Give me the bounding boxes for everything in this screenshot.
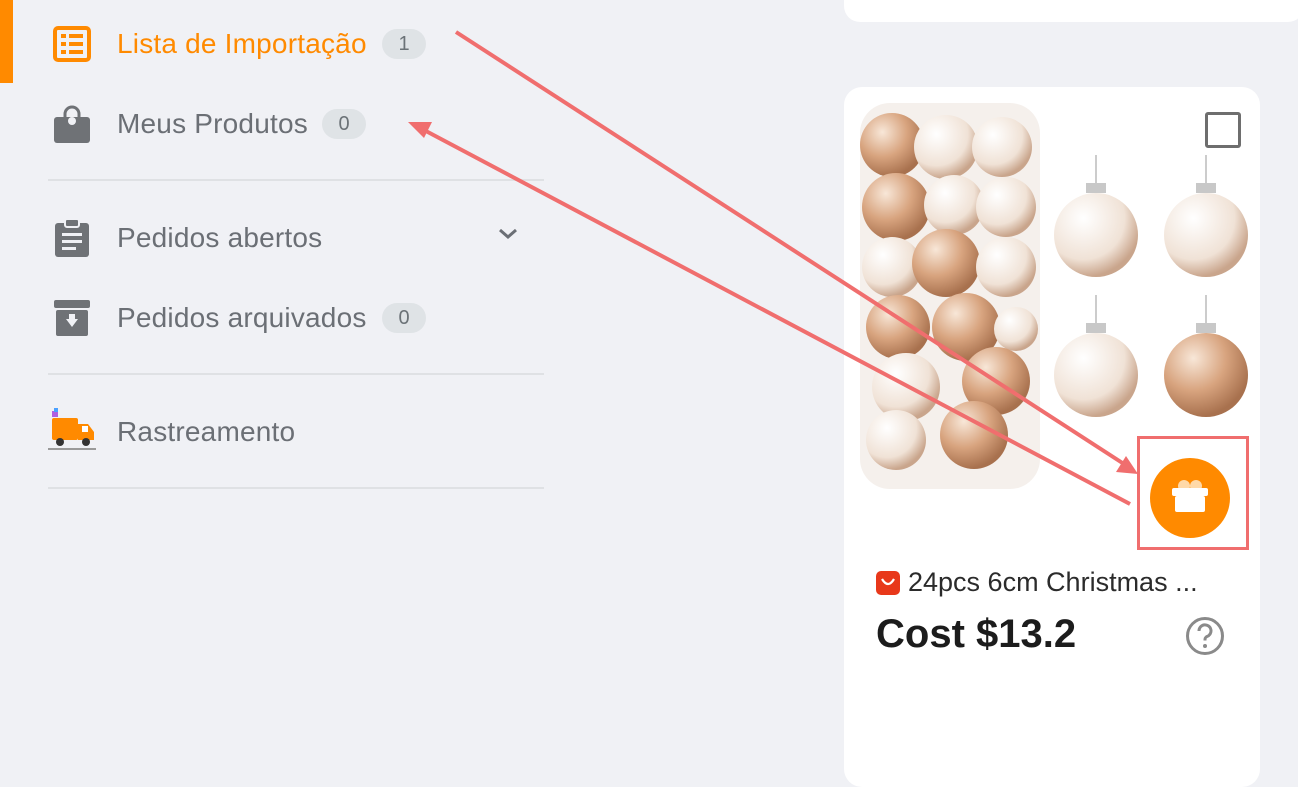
sidebar-item-open-orders[interactable]: Pedidos abertos bbox=[0, 208, 560, 268]
product-cost: Cost $13.2 bbox=[876, 612, 1077, 656]
count-badge: 0 bbox=[382, 303, 426, 333]
divider bbox=[48, 373, 544, 375]
sidebar-item-label: Pedidos abertos bbox=[117, 222, 323, 253]
annotation-highlight-box bbox=[1137, 436, 1249, 550]
select-product-checkbox[interactable] bbox=[1205, 112, 1241, 148]
divider bbox=[48, 487, 544, 489]
sidebar-item-label: Rastreamento bbox=[117, 416, 296, 447]
chevron-down-icon[interactable] bbox=[496, 226, 520, 247]
shopping-bag-icon bbox=[52, 104, 92, 144]
product-title[interactable]: 24pcs 6cm Christmas ... bbox=[908, 567, 1198, 598]
list-icon bbox=[52, 24, 92, 64]
aliexpress-icon bbox=[876, 571, 900, 595]
delivery-truck-icon bbox=[48, 408, 96, 452]
sidebar-item-my-products[interactable]: Meus Produtos 0 bbox=[0, 94, 560, 154]
question-circle-icon[interactable] bbox=[1185, 616, 1225, 656]
archive-icon bbox=[52, 298, 92, 338]
count-badge: 0 bbox=[322, 109, 366, 139]
sidebar-item-label: Pedidos arquivados bbox=[117, 302, 367, 333]
sidebar-item-import-list[interactable]: Lista de Importação 1 bbox=[0, 14, 560, 74]
product-image[interactable] bbox=[856, 95, 1248, 495]
sidebar-item-archived-orders[interactable]: Pedidos arquivados 0 bbox=[0, 288, 560, 348]
clipboard-icon bbox=[52, 218, 92, 258]
sidebar-item-label: Meus Produtos bbox=[117, 108, 308, 139]
sidebar-item-tracking[interactable]: Rastreamento bbox=[0, 402, 560, 462]
count-badge: 1 bbox=[382, 29, 426, 59]
divider bbox=[48, 179, 544, 181]
sidebar-item-label: Lista de Importação bbox=[117, 28, 367, 59]
previous-product-card bbox=[844, 0, 1298, 22]
